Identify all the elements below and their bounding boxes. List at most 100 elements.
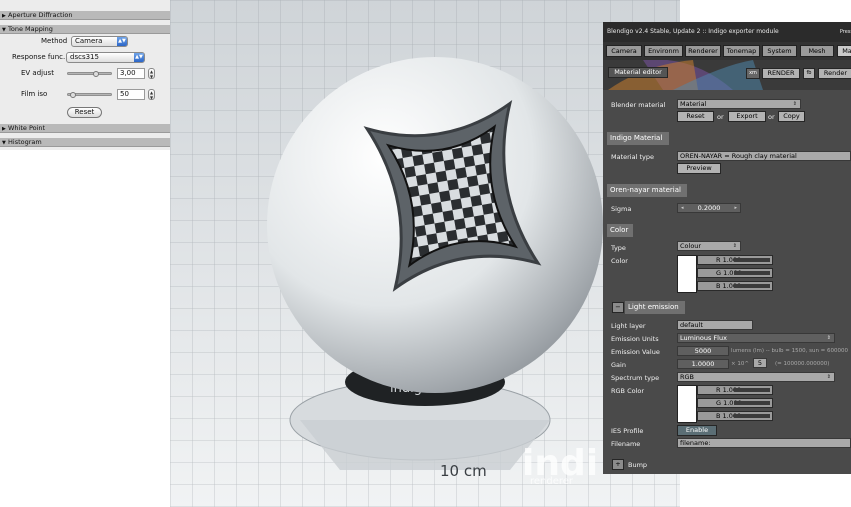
material-type-label: Material type xyxy=(611,153,654,161)
emission-units-value: Luminous Flux xyxy=(680,334,727,342)
rgb-r-slider[interactable]: R 1.000 xyxy=(697,385,773,395)
color-type-value: Colour xyxy=(680,242,702,250)
emission-hint: lumens (lm) -- bulb = 1500, sun = 600000 xyxy=(731,348,849,354)
blender-material-value: Material xyxy=(680,100,707,108)
color-r-slider[interactable]: R 1.000 xyxy=(697,255,773,265)
rgb-color-label: RGB Color xyxy=(611,387,645,395)
sigma-value: 0.2000 xyxy=(697,204,721,212)
select-arrows-icon: ▲▼ xyxy=(117,37,127,46)
bump-label: Bump xyxy=(628,461,648,469)
section-aperture-diffraction[interactable]: ▶ Aperture Diffraction xyxy=(0,11,170,20)
tab-renderer[interactable]: Renderer xyxy=(685,45,721,57)
indigo-material-header: Indigo Material xyxy=(607,132,669,145)
decrement-arrow-icon: ◂ xyxy=(681,205,684,211)
method-select[interactable]: Camera ▲▼ xyxy=(71,36,128,47)
film-iso-slider-knob[interactable] xyxy=(70,92,76,98)
emission-units-label: Emission Units xyxy=(611,335,659,343)
slider-bar xyxy=(734,258,770,262)
section-white-point[interactable]: ▶ White Point xyxy=(0,124,170,133)
emission-value-label: Emission Value xyxy=(611,348,660,356)
xm-button[interactable]: xm xyxy=(746,68,760,79)
screenshot-root: ▶ Aperture Diffraction ▼ Tone Mapping Meth… xyxy=(0,0,851,507)
method-value: Camera xyxy=(75,37,103,45)
tab-material[interactable]: Ma xyxy=(837,45,851,57)
film-iso-label: Film iso xyxy=(21,90,48,98)
color-g-slider[interactable]: G 1.000 xyxy=(697,268,773,278)
color-header: Color xyxy=(607,224,633,237)
blender-material-label: Blender material xyxy=(611,101,666,109)
section-histogram[interactable]: ▼ Histogram xyxy=(0,138,170,147)
render-button-2[interactable]: Render xyxy=(818,68,851,79)
reset-material-button[interactable]: Reset xyxy=(677,111,714,122)
ev-adjust-input[interactable]: 3,00 xyxy=(117,68,145,79)
light-layer-label: Light layer xyxy=(611,322,646,330)
method-label: Method xyxy=(41,37,68,45)
ies-enable-button[interactable]: Enable xyxy=(677,425,717,436)
tab-environment[interactable]: Environm xyxy=(644,45,683,57)
gain-input[interactable]: 1.0000 xyxy=(677,359,729,369)
slider-bar xyxy=(734,284,770,288)
rgb-color-swatch[interactable] xyxy=(677,385,697,423)
blendigo-window: Blendigo v2.4 Stable, Update 2 :: Indigo… xyxy=(603,22,851,474)
rgb-g-slider[interactable]: G 1.000 xyxy=(697,398,773,408)
increment-arrow-icon: ▸ xyxy=(734,205,737,211)
blendigo-tabbar: Camera Environm Renderer Tonemap System … xyxy=(603,42,851,60)
ev-adjust-slider-knob[interactable] xyxy=(93,71,99,77)
color-type-select[interactable]: Colour ⇕ xyxy=(677,241,741,251)
emission-collapse-toggle[interactable]: − xyxy=(612,302,624,313)
indigo-watermark-sub: renderer xyxy=(530,476,574,487)
material-type-select[interactable]: OREN-NAYAR = Rough clay material xyxy=(677,151,851,161)
render-button[interactable]: RENDER xyxy=(762,68,800,79)
ev-adjust-stepper[interactable]: ▲ ▼ xyxy=(148,68,155,79)
gain-exponent-input[interactable]: 5 xyxy=(753,358,767,368)
film-iso-stepper[interactable]: ▲ ▼ xyxy=(148,89,155,100)
tab-camera[interactable]: Camera xyxy=(606,45,642,57)
sigma-input[interactable]: ◂ 0.2000 ▸ xyxy=(677,203,741,213)
color-b-slider[interactable]: B 1.000 xyxy=(697,281,773,291)
oren-nayar-header: Oren-nayar material xyxy=(607,184,687,197)
filename-input[interactable]: filename: xyxy=(677,438,851,448)
gain-exponent-label: × 10^ xyxy=(731,361,749,367)
emission-units-select[interactable]: Luminous Flux ⇕ xyxy=(677,333,835,343)
bump-expand-toggle[interactable]: + xyxy=(612,459,624,470)
emission-value-input[interactable]: 5000 xyxy=(677,346,729,356)
spectrum-type-label: Spectrum type xyxy=(611,374,660,382)
film-iso-input[interactable]: 50 xyxy=(117,89,145,100)
updown-arrows-icon: ⇕ xyxy=(792,101,797,107)
light-emission-header: Light emission xyxy=(625,301,685,314)
copy-button[interactable]: Copy xyxy=(778,111,805,122)
blender-material-select[interactable]: Material ⇕ xyxy=(677,99,801,109)
or-label: or xyxy=(717,113,724,121)
tab-system[interactable]: System xyxy=(762,45,797,57)
export-button[interactable]: Export xyxy=(728,111,766,122)
gain-result-hint: (= 100000.000000) xyxy=(775,361,830,367)
response-func-select[interactable]: dscs315 ▲▼ xyxy=(66,52,145,63)
slider-bar xyxy=(734,388,770,392)
response-func-label: Response func. xyxy=(12,53,66,61)
sigma-label: Sigma xyxy=(611,205,632,213)
updown-arrows-icon: ⇕ xyxy=(732,243,737,249)
ev-adjust-slider[interactable] xyxy=(67,72,112,75)
tab-mesh[interactable]: Mesh xyxy=(800,45,834,57)
gain-label: Gain xyxy=(611,361,626,369)
or-label: or xyxy=(768,113,775,121)
material-toolbar: Material editor xm RENDER fb Render xyxy=(603,60,851,90)
tab-tonemap[interactable]: Tonemap xyxy=(723,45,760,57)
updown-arrows-icon: ⇕ xyxy=(826,335,831,341)
fb-button[interactable]: fb xyxy=(803,68,815,79)
slider-bar xyxy=(734,271,770,275)
slider-bar xyxy=(734,414,770,418)
reset-button[interactable]: Reset xyxy=(67,107,102,118)
preview-button[interactable]: Preview xyxy=(677,163,721,174)
rgb-b-slider[interactable]: B 1.000 xyxy=(697,411,773,421)
spectrum-type-select[interactable]: RGB ⇕ xyxy=(677,372,835,382)
response-func-value: dscs315 xyxy=(70,53,99,61)
material-editor-button[interactable]: Material editor xyxy=(608,67,668,78)
color-swatch[interactable] xyxy=(677,255,697,293)
spectrum-type-value: RGB xyxy=(680,373,695,381)
press-hint: Press xyxy=(839,29,851,35)
light-layer-input[interactable]: default xyxy=(677,320,753,330)
ev-adjust-label: EV adjust xyxy=(21,69,54,77)
section-tone-mapping[interactable]: ▼ Tone Mapping xyxy=(0,25,170,34)
slider-bar xyxy=(734,401,770,405)
